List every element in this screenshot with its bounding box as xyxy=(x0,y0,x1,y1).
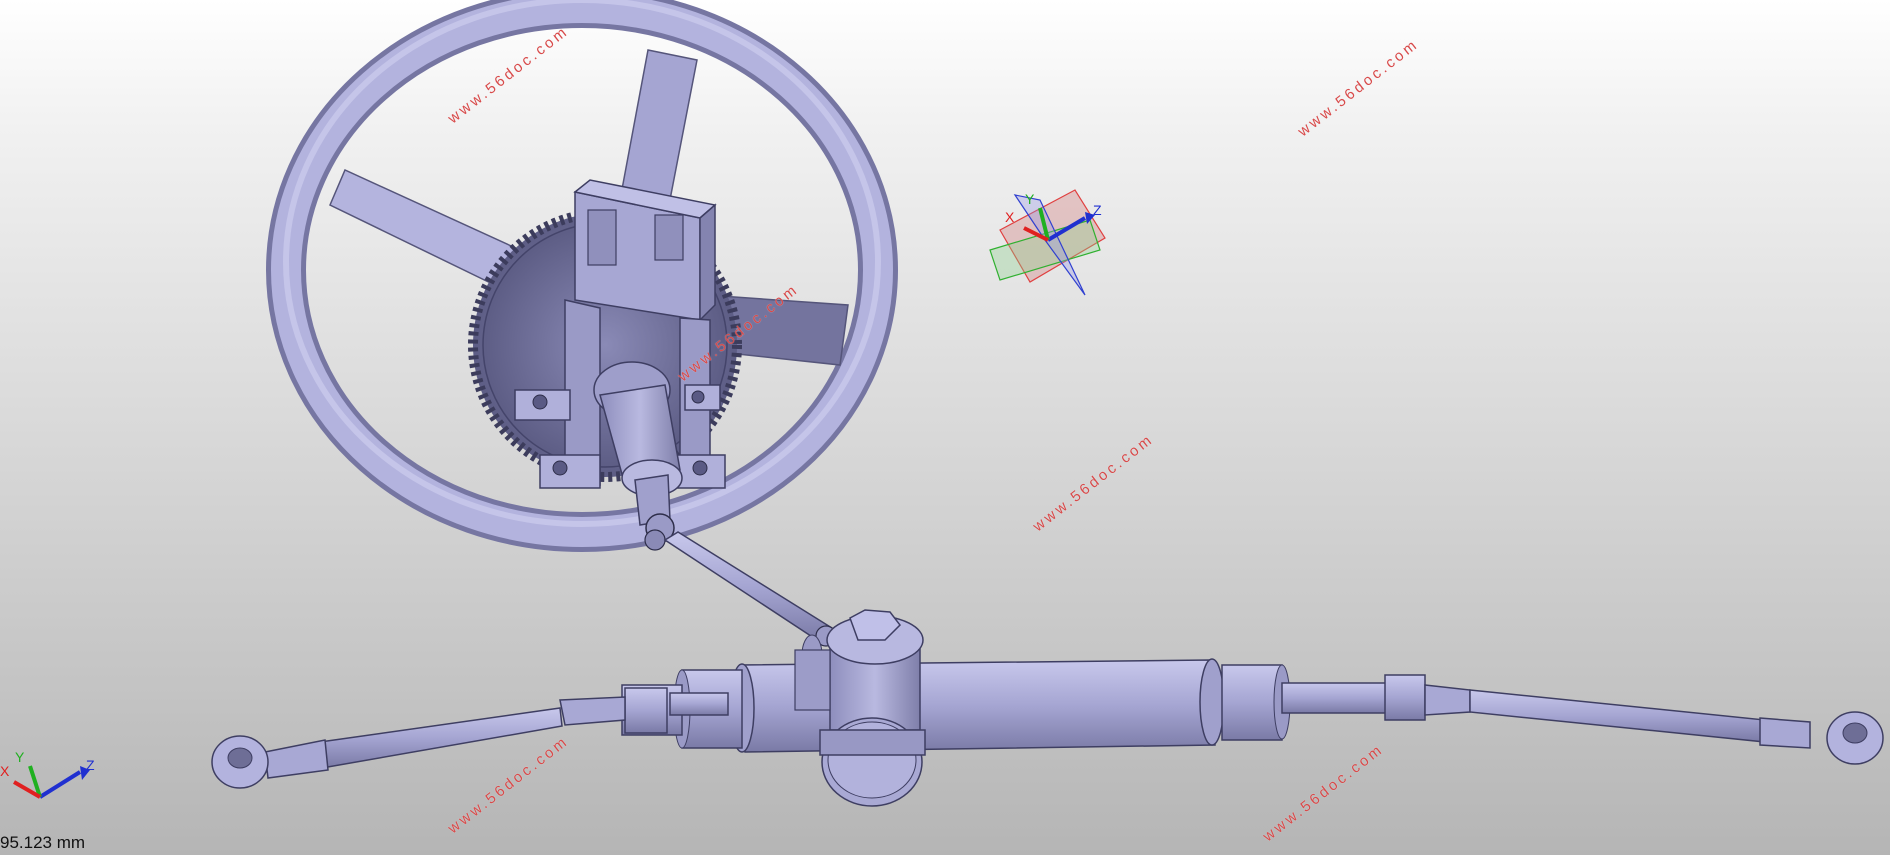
steering-rack[interactable] xyxy=(211,609,1884,807)
orientation-triad-icon xyxy=(13,765,90,799)
steering-assembly-model[interactable]: X Y Z X Y Z xyxy=(0,0,1890,855)
corner-triad-z-label: Z xyxy=(86,757,95,773)
center-triad-z-label: Z xyxy=(1093,202,1102,218)
scale-readout: 95.123 mm xyxy=(0,833,86,852)
reference-triad[interactable] xyxy=(989,189,1106,296)
center-triad-x-label: X xyxy=(1005,209,1015,225)
3d-viewport[interactable]: X Y Z X Y Z www.56doc.com www.56doc.com … xyxy=(0,0,1890,855)
corner-triad-x-label: X xyxy=(0,763,10,779)
center-triad-y-label: Y xyxy=(1025,191,1035,207)
corner-triad-y-label: Y xyxy=(15,749,25,765)
